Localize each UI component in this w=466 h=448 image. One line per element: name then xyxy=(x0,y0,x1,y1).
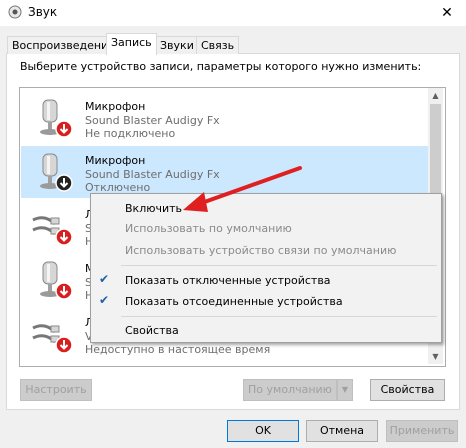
speaker-icon xyxy=(8,5,22,19)
device-subtitle: Sound Blaster Audigy Fx xyxy=(85,168,220,181)
scroll-thumb[interactable] xyxy=(430,104,441,198)
device-name: Микрофон xyxy=(85,154,146,167)
menu-separator xyxy=(121,316,437,317)
ok-button[interactable]: OK xyxy=(227,420,299,442)
scroll-up-arrow-icon[interactable]: ▲ xyxy=(428,88,443,103)
set-default-button[interactable]: По умолчанию xyxy=(243,379,337,401)
menu-item-show-disconnected[interactable]: Показать отсоединенные устройства xyxy=(125,295,343,308)
device-name: Микрофон xyxy=(85,100,146,113)
line-in-icon xyxy=(32,324,73,354)
apply-button[interactable]: Применить xyxy=(386,420,458,442)
tab-communications[interactable]: Связь xyxy=(196,36,240,54)
set-default-dropdown-icon[interactable]: ▼ xyxy=(337,379,353,401)
menu-item-show-disabled[interactable]: Показать отключенные устройства xyxy=(125,274,331,287)
device-status: Не подключено xyxy=(85,127,176,140)
cancel-button[interactable]: Отмена xyxy=(306,420,378,442)
title-bar xyxy=(0,0,466,26)
checkmark-icon: ✔ xyxy=(99,272,110,286)
menu-item-set-default[interactable]: Использовать по умолчанию xyxy=(125,222,292,235)
instruction-text: Выберите устройство записи, параметры ко… xyxy=(20,60,422,73)
menu-item-properties[interactable]: Свойства xyxy=(125,324,179,337)
device-item-selected[interactable]: Микрофон Sound Blaster Audigy Fx Отключе… xyxy=(21,146,429,198)
scroll-down-arrow-icon[interactable]: ▼ xyxy=(428,349,443,364)
tab-playback[interactable]: Воспроизведение xyxy=(7,36,120,54)
menu-item-set-default-comm[interactable]: Использовать устройство связи по умолчан… xyxy=(125,244,396,257)
device-status: Недоступно в настоящее время xyxy=(85,343,271,356)
close-button[interactable]: ✕ xyxy=(428,0,466,26)
menu-separator xyxy=(121,265,437,266)
device-item[interactable]: Микрофон Sound Blaster Audigy Fx Не подк… xyxy=(21,92,429,144)
tab-recording[interactable]: Запись xyxy=(106,33,157,55)
tab-sounds[interactable]: Звуки xyxy=(155,36,199,54)
microphone-icon xyxy=(40,261,73,300)
properties-button[interactable]: Свойства xyxy=(370,379,445,401)
configure-button[interactable]: Настроить xyxy=(20,379,92,401)
microphone-icon xyxy=(40,153,73,192)
context-menu: Включить Использовать по умолчанию Испол… xyxy=(90,193,442,343)
menu-item-enable[interactable]: Включить xyxy=(125,202,182,215)
line-in-icon xyxy=(32,216,73,246)
checkmark-icon: ✔ xyxy=(99,293,110,307)
device-subtitle: Sound Blaster Audigy Fx xyxy=(85,114,220,127)
microphone-icon xyxy=(40,99,73,138)
window-title: Звук xyxy=(28,5,58,19)
